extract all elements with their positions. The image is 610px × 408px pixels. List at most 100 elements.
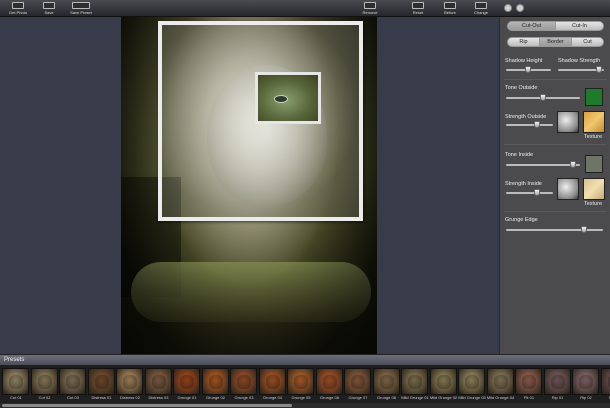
- change-label: Change: [473, 10, 488, 15]
- remove-button[interactable]: Remove: [355, 1, 385, 16]
- preset-thumbnail[interactable]: [30, 368, 58, 395]
- scrollbar-thumb[interactable]: [2, 404, 292, 407]
- rip-segment[interactable]: Rip: [508, 38, 540, 46]
- sunset-thumb: [237, 375, 251, 389]
- grunge-edge-label: Grunge Edge: [505, 217, 538, 223]
- save-label: Save: [44, 10, 54, 15]
- texture-inside-thumbnail[interactable]: [557, 178, 579, 200]
- shadow-strength-slider[interactable]: [558, 66, 604, 73]
- people-thumb: [579, 375, 593, 389]
- remove-label: Remove: [362, 10, 378, 15]
- cut-in-segment[interactable]: Cut-In: [556, 22, 603, 30]
- divider: [504, 211, 607, 212]
- slider-knob[interactable]: [596, 66, 602, 73]
- reset-button[interactable]: Reset: [403, 1, 433, 16]
- preset-thumbnail[interactable]: [201, 368, 229, 395]
- preset-label: Grunge 04: [263, 395, 282, 400]
- brush-icon: [364, 2, 376, 9]
- settings-icon[interactable]: [516, 4, 524, 12]
- cut-out-segment[interactable]: Cut-Out: [508, 22, 556, 30]
- grunge-edge-slider[interactable]: [506, 226, 603, 233]
- texture-outside-swatch[interactable]: [583, 111, 605, 133]
- canvas-area[interactable]: [0, 17, 499, 354]
- preset-thumbnail[interactable]: [144, 368, 172, 395]
- photo-eye: [274, 95, 288, 103]
- preset-thumbnail[interactable]: [287, 368, 314, 395]
- preset-label: Pit 01: [523, 395, 535, 400]
- preset-thumbnail[interactable]: [315, 368, 343, 395]
- strength-outside-slider[interactable]: [506, 121, 553, 128]
- preset-label: Cut 03: [67, 395, 79, 400]
- strength-outside-label: Strength Outside: [505, 114, 547, 120]
- preset-thumbnail[interactable]: [515, 368, 542, 395]
- presets-strip[interactable]: Cut 01 Cut 02 Cut 03 Distress 01 Distress 02…: [0, 365, 610, 408]
- photo-canvas[interactable]: [121, 17, 377, 354]
- preset-thumbnail[interactable]: [543, 368, 571, 395]
- preset-thumbnail[interactable]: [173, 368, 200, 395]
- cut-segment[interactable]: Cut: [572, 38, 603, 46]
- presets-title: Presets: [4, 357, 25, 363]
- info-icon[interactable]: [504, 4, 512, 12]
- preset-thumbnail[interactable]: [372, 368, 400, 395]
- cat-thumb: [408, 375, 422, 389]
- tone-inside-color-swatch[interactable]: [585, 155, 603, 173]
- sunset-thumb: [208, 375, 223, 389]
- slider-knob[interactable]: [570, 161, 576, 168]
- sunset-thumb: [379, 375, 394, 389]
- before-button[interactable]: Before: [435, 1, 465, 16]
- preset-label: Cut 02: [38, 395, 51, 400]
- texture-outside-thumbnail[interactable]: [557, 111, 579, 133]
- preset-label: Rip 01: [551, 395, 564, 400]
- cat-thumb: [436, 375, 451, 389]
- preset-label: Grunge 01: [177, 395, 197, 400]
- preset-label: Grunge 06: [320, 395, 339, 400]
- preset-thumbnail[interactable]: [600, 368, 610, 395]
- preset-thumbnail[interactable]: [486, 368, 514, 395]
- cut-out-frame[interactable]: [158, 21, 363, 221]
- save-icon: [43, 2, 55, 9]
- before-label: Before: [444, 10, 456, 15]
- change-button[interactable]: Change: [466, 1, 496, 16]
- reset-label: Reset: [412, 10, 424, 15]
- preset-thumbnail[interactable]: [258, 368, 286, 395]
- landscape-thumb: [123, 375, 137, 389]
- tone-inside-slider[interactable]: [506, 161, 580, 168]
- presets-scrollbar[interactable]: [0, 403, 610, 408]
- preset-thumbnail[interactable]: [429, 368, 457, 395]
- preset-thumbnail[interactable]: [344, 368, 371, 395]
- strength-inside-label: Strength Inside: [505, 181, 542, 187]
- strength-inside-slider[interactable]: [506, 189, 553, 196]
- slider-knob[interactable]: [534, 189, 540, 196]
- preset-thumbnail[interactable]: [87, 368, 115, 395]
- save-button[interactable]: Save: [34, 1, 64, 16]
- preset-label: Distress 01: [91, 395, 112, 400]
- save-preset-button[interactable]: Save Preset: [66, 1, 96, 16]
- tone-outside-slider[interactable]: [506, 94, 580, 101]
- slider-knob[interactable]: [540, 94, 546, 101]
- shadow-height-slider[interactable]: [506, 66, 551, 73]
- preset-thumbnail[interactable]: [59, 368, 86, 395]
- preset-thumbnail[interactable]: [230, 368, 257, 395]
- cut-in-frame[interactable]: [255, 72, 321, 124]
- preset-thumbnail[interactable]: [2, 368, 29, 395]
- slider-knob[interactable]: [581, 226, 587, 233]
- border-segment[interactable]: Border: [540, 38, 572, 46]
- tree-thumb: [9, 375, 23, 389]
- preset-thumbnail[interactable]: [116, 368, 143, 395]
- get-photo-button[interactable]: Get Photo: [3, 1, 33, 16]
- tone-outside-color-swatch[interactable]: [585, 88, 603, 106]
- save-preset-label: Save Preset: [70, 10, 92, 15]
- texture-label: Texture: [584, 134, 603, 140]
- preset-thumbnail[interactable]: [401, 368, 428, 395]
- slider-knob[interactable]: [525, 66, 531, 73]
- preset-thumbnail[interactable]: [458, 368, 485, 395]
- slider-knob[interactable]: [534, 121, 540, 128]
- edge-segmented-control[interactable]: Rip Border Cut: [507, 37, 604, 47]
- preset-label: Mild Grunge 01: [401, 395, 429, 400]
- mode-segmented-control[interactable]: Cut-Out Cut-In: [507, 21, 604, 31]
- preset-label: Mild Grunge 03: [458, 395, 486, 400]
- preset-thumbnail[interactable]: [572, 368, 599, 395]
- texture-inside-swatch[interactable]: [583, 178, 605, 200]
- get-photo-label: Get Photo: [8, 10, 27, 15]
- texture-label: Texture: [584, 201, 603, 207]
